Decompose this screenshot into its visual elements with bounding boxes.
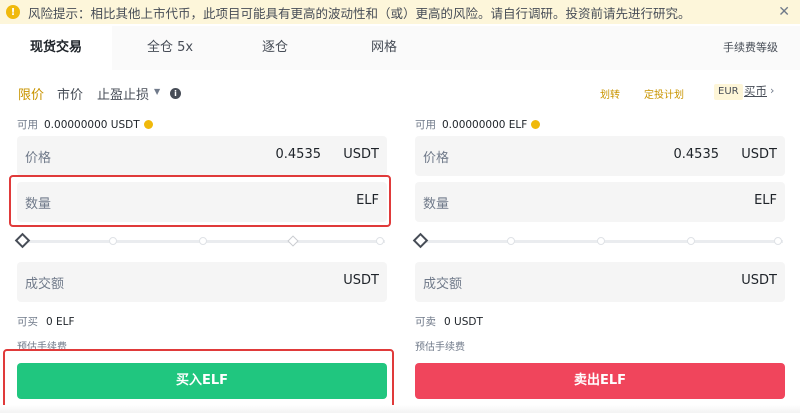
buy-price-input[interactable]: 价格 0.4535 USDT [17,136,387,176]
sell-max-label: 可卖 [415,316,436,328]
sell-total-unit: USDT [741,273,777,288]
recurring-plan-link[interactable]: 定投计划 [644,86,684,101]
sell-price-label: 价格 [423,151,450,166]
sell-button[interactable]: 卖出ELF [415,363,785,399]
sell-max-value: 0 USDT [444,316,483,328]
add-funds-icon[interactable] [531,120,541,129]
slider-step-50[interactable] [597,237,605,245]
info-icon[interactable]: i [170,88,181,99]
trade-mode-tabs: 现货交易 全仓 5x 逐仓 网格 手续费等级 [0,26,800,70]
slider-step-25[interactable] [507,237,515,245]
sell-total-input[interactable]: 成交额 USDT [415,262,785,302]
bottom-edge [0,405,800,413]
buy-available: 可用 0.00000000 USDT [17,117,153,132]
buy-quantity-label: 数量 [25,197,52,212]
risk-warning-banner: ! 风险提示：相比其他上市代币，此项目可能具有更高的波动性和（或）更高的风险。请… [0,0,800,24]
buy-price-value[interactable]: 0.4535 [276,147,322,162]
sell-price-input[interactable]: 价格 0.4535 USDT [415,136,785,176]
buy-quantity-unit: ELF [356,193,379,208]
buy-quantity-input[interactable]: 数量 ELF [17,182,387,222]
slider-step-100[interactable] [376,237,384,245]
sell-estimated-fee: 预估手续费 [415,342,465,353]
sell-available: 可用 0.00000000 ELF [415,117,541,132]
sell-quantity-unit: ELF [754,193,777,208]
sell-percent-slider[interactable] [412,232,785,249]
buy-available-value: 0.00000000 USDT [44,119,140,131]
slider-handle[interactable] [412,232,429,249]
slider-handle[interactable] [14,232,31,249]
sell-quantity-label: 数量 [423,197,450,212]
order-type-stop-limit[interactable]: 止盈止损 [97,84,149,103]
tab-cross-margin[interactable]: 全仓 5x [140,26,200,70]
caret-down-icon[interactable]: ▼ [154,87,160,96]
order-type-limit[interactable]: 限价 [18,84,44,103]
slider-step-75[interactable] [687,237,695,245]
tabs-background [112,26,800,70]
add-funds-icon[interactable] [143,120,153,129]
tab-grid[interactable]: 网格 [362,26,406,70]
buy-total-unit: USDT [343,273,379,288]
buy-price-label: 价格 [25,151,52,166]
chevron-right-icon[interactable]: › [770,84,774,97]
transfer-link[interactable]: 划转 [600,86,620,101]
warning-icon: ! [6,5,20,19]
order-type-market[interactable]: 市价 [57,84,83,103]
sell-price-value[interactable]: 0.4535 [674,147,720,162]
sell-available-label: 可用 [415,119,436,131]
buy-max-label: 可买 [17,316,38,328]
close-icon[interactable]: ✕ [778,4,790,20]
sell-max-amount: 可卖 0 USDT [415,314,483,329]
order-type-row: 限价 市价 止盈止损 ▼ i 划转 定投计划 EUR 买币 › [0,78,800,108]
buy-button[interactable]: 买入ELF [17,363,387,399]
sell-available-value: 0.00000000 ELF [442,119,528,131]
buy-total-label: 成交额 [25,277,65,292]
slider-step-25[interactable] [109,237,117,245]
buy-total-input[interactable]: 成交额 USDT [17,262,387,302]
risk-warning-text: 风险提示：相比其他上市代币，此项目可能具有更高的波动性和（或）更高的风险。请自行… [28,5,691,21]
tab-isolated-margin[interactable]: 逐仓 [255,26,295,70]
buy-available-label: 可用 [17,119,38,131]
slider-step-75[interactable] [287,235,299,247]
tab-spot[interactable]: 现货交易 [0,26,112,70]
fiat-currency-badge[interactable]: EUR [714,84,743,100]
buy-price-unit: USDT [343,147,379,162]
buy-max-value: 0 ELF [46,316,75,328]
buy-max-amount: 可买 0 ELF [17,314,75,329]
buy-estimated-fee: 预估手续费 [17,342,67,353]
sell-total-label: 成交额 [423,277,463,292]
buy-crypto-link[interactable]: 买币 [744,83,767,99]
sell-price-unit: USDT [741,147,777,162]
sell-quantity-input[interactable]: 数量 ELF [415,182,785,222]
buy-percent-slider[interactable] [14,232,387,249]
slider-step-100[interactable] [774,237,782,245]
fee-level-link[interactable]: 手续费等级 [723,26,778,70]
slider-step-50[interactable] [199,237,207,245]
